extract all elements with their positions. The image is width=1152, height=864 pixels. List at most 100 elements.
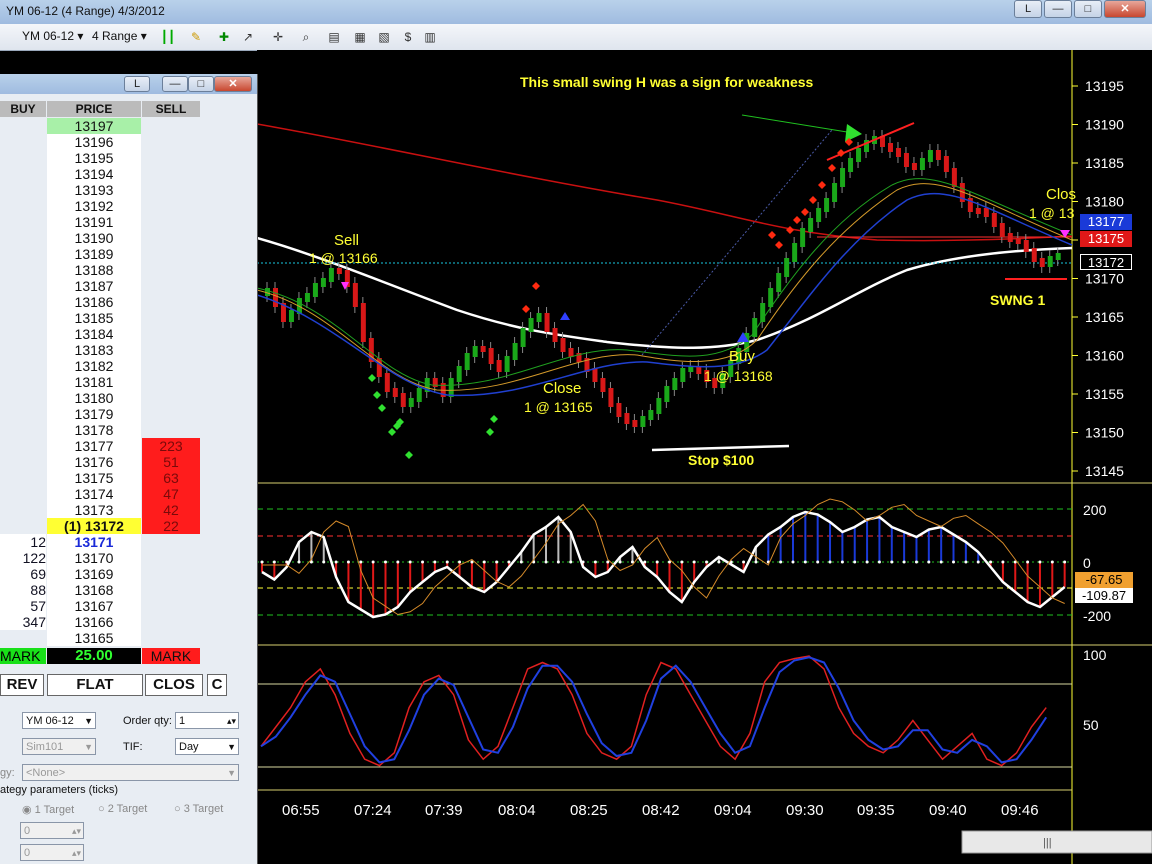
superdom-panel: L — □ ✕ BUY PRICE SELL 13197 13196 13195 13… [0,74,258,864]
osc1-zero-dot [1026,560,1030,564]
profit-target-input[interactable]: 0 ▴▾ [20,844,84,861]
green-diamond-marker [490,415,498,423]
pencil-icon[interactable]: ✎ [188,29,204,45]
buy-cell[interactable]: 12 [0,534,46,550]
candle-body [592,368,598,382]
flatten-button[interactable]: FLAT [47,674,143,696]
close-button[interactable]: ✕ [1104,0,1146,18]
mark-right[interactable]: MARK [142,648,200,664]
osc1-zero-dot [754,560,758,564]
strategy-select[interactable]: <None> ▼ [22,764,239,781]
red-diamond-marker [818,181,826,189]
target3-radio[interactable]: ○ 3 Target [174,803,223,815]
price-cell: 13192 [47,198,141,214]
target1-radio[interactable]: ◉ 1 Target [22,803,74,816]
sell-cell[interactable]: 42 [142,502,200,518]
green-diamond-marker [373,391,381,399]
ladder-row: 13191 [0,214,200,230]
osc1-zero-dot [1038,560,1042,564]
account-select[interactable]: Sim101 ▼ [22,738,96,755]
osc1-zero-dot [322,560,326,564]
swing-label: SWNG 1 [990,292,1046,308]
sell-cell[interactable]: 47 [142,486,200,502]
properties-icon[interactable]: ▤ [326,29,342,45]
red-diamond-marker [775,241,783,249]
orders-icon[interactable]: ▥ [422,29,438,45]
osc1-zero-dot [569,560,573,564]
candle-body [384,373,390,392]
candle-body [416,388,422,402]
candle-body [312,283,318,297]
time-axis-label: 06:55 [282,802,320,819]
osc1-zero-dot [297,560,301,564]
chart-area[interactable]: 13195 13190 13185 13180 13175 13170 13165 13160… [257,50,1152,864]
buy-cell[interactable]: 122 [0,550,46,566]
osc2-axis-label: 50 [1083,717,1099,733]
osc1-zero-dot [346,560,350,564]
close2-label: Clos [1046,186,1077,203]
maximize-button[interactable]: □ [1074,0,1102,18]
green-diamond-marker [388,428,396,436]
svg-text:|||: ||| [1043,837,1052,849]
reverse-button[interactable]: REV [0,674,44,696]
osc1-zero-dot [655,560,659,564]
cursor-icon[interactable]: ↗ [240,29,256,45]
osc1-zero-dot [680,560,684,564]
buy-cell[interactable]: 347 [0,614,46,630]
close-button[interactable]: ✕ [214,76,252,92]
link-button[interactable]: L [1014,0,1042,18]
target2-radio[interactable]: ○ 2 Target [98,803,147,815]
minimize-button[interactable]: — [1044,0,1072,18]
osc1-zero-dot [445,560,449,564]
osc1-white-line [261,510,1066,619]
mark-left[interactable]: MARK [0,648,46,664]
candle-body [560,338,566,352]
ladder-row: 13175 63 [0,470,200,486]
link-button[interactable]: L [124,76,150,92]
ladder-row: 13176 51 [0,454,200,470]
minimize-button[interactable]: — [162,76,188,92]
price-axis-label: 13170 [1085,271,1124,287]
close-position-button[interactable]: CLOS [145,674,203,696]
time-axis-label: 07:39 [425,802,463,819]
white-ma-line [257,236,1073,350]
sell-cell[interactable]: 22 [142,518,200,534]
period-selector[interactable]: 4 Range ▾ [92,29,147,43]
candle-body [392,388,398,397]
tif-select[interactable]: Day ▼ [175,738,239,755]
price-axis-label: 13180 [1085,194,1124,210]
osc1-axis-label: -200 [1083,608,1112,624]
buy-cell[interactable]: 88 [0,582,46,598]
osc1-zero-dot [853,560,857,564]
instrument-selector[interactable]: YM 06-12 ▾ [22,29,83,43]
crosshair-plus-icon[interactable]: ✚ [216,29,232,45]
crosshair-icon[interactable]: ✛ [270,29,286,45]
osc1-zero-dot [396,560,400,564]
ladder-row: 12 13171 [0,534,200,550]
sell-cell[interactable]: 223 [142,438,200,454]
buy-cell[interactable]: 69 [0,566,46,582]
osc1-zero-dot [359,560,363,564]
sell-cell[interactable]: 51 [142,454,200,470]
instrument-select[interactable]: YM 06-12 ▼ [22,712,96,729]
price-cell: 13182 [47,358,141,374]
zoom-icon[interactable]: ⌕ [298,29,314,45]
stop-loss-input[interactable]: 0 ▴▾ [20,822,84,839]
maximize-button[interactable]: □ [188,76,214,92]
bar-type-icon[interactable]: ┃┃ [160,29,176,45]
time-axis-label: 08:25 [570,802,608,819]
strategy-icon[interactable]: ▧ [376,29,392,45]
candle-body [887,143,893,152]
red-price-badge: 13175 [1080,231,1132,247]
candle-body [624,413,630,424]
osc1-zero-dot [458,560,462,564]
buy-cell[interactable]: 57 [0,598,46,614]
order-qty-input[interactable]: 1 ▴▾ [175,712,239,729]
data-box-icon[interactable]: $ [400,29,416,45]
headline-annotation: This small swing H was a sign for weakne… [520,74,814,90]
cancel-button[interactable]: C [207,674,227,696]
price-cell: 13197 [47,118,141,134]
sell-cell[interactable]: 63 [142,470,200,486]
indicators-icon[interactable]: ▦ [352,29,368,45]
price-cell: 13176 [47,454,141,470]
